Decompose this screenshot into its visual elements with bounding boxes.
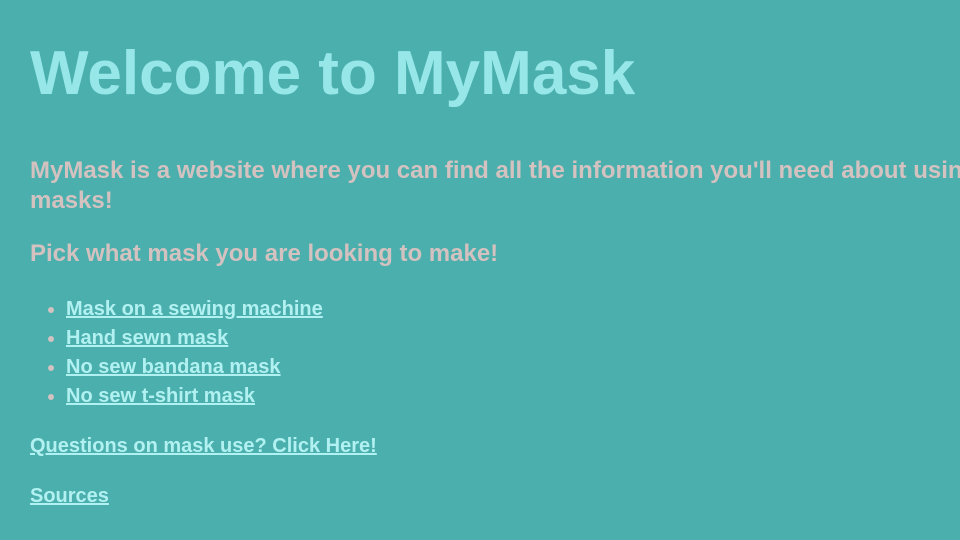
mask-questions-link[interactable]: Questions on mask use? Click Here!	[30, 433, 377, 460]
hand-sewn-mask-link[interactable]: Hand sewn mask	[66, 327, 228, 349]
bullet-icon	[48, 336, 54, 342]
list-item: No sew t-shirt mask	[30, 383, 323, 412]
page-title: Welcome to MyMask	[30, 39, 636, 108]
sources-link[interactable]: Sources	[30, 483, 109, 510]
pick-mask-heading: Pick what mask you are looking to make!	[30, 240, 499, 267]
list-item: Hand sewn mask	[30, 325, 323, 354]
bullet-icon	[48, 365, 54, 371]
bandana-mask-link[interactable]: No sew bandana mask	[66, 356, 281, 378]
mask-link-list: Mask on a sewing machine Hand sewn mask …	[30, 296, 323, 412]
bullet-icon	[48, 307, 54, 313]
intro-text: MyMask is a website where you can find a…	[30, 157, 960, 214]
list-item: Mask on a sewing machine	[30, 296, 323, 325]
tshirt-mask-link[interactable]: No sew t-shirt mask	[66, 385, 255, 407]
list-item: No sew bandana mask	[30, 354, 323, 383]
bullet-icon	[48, 394, 54, 400]
sewing-machine-mask-link[interactable]: Mask on a sewing machine	[66, 298, 323, 320]
